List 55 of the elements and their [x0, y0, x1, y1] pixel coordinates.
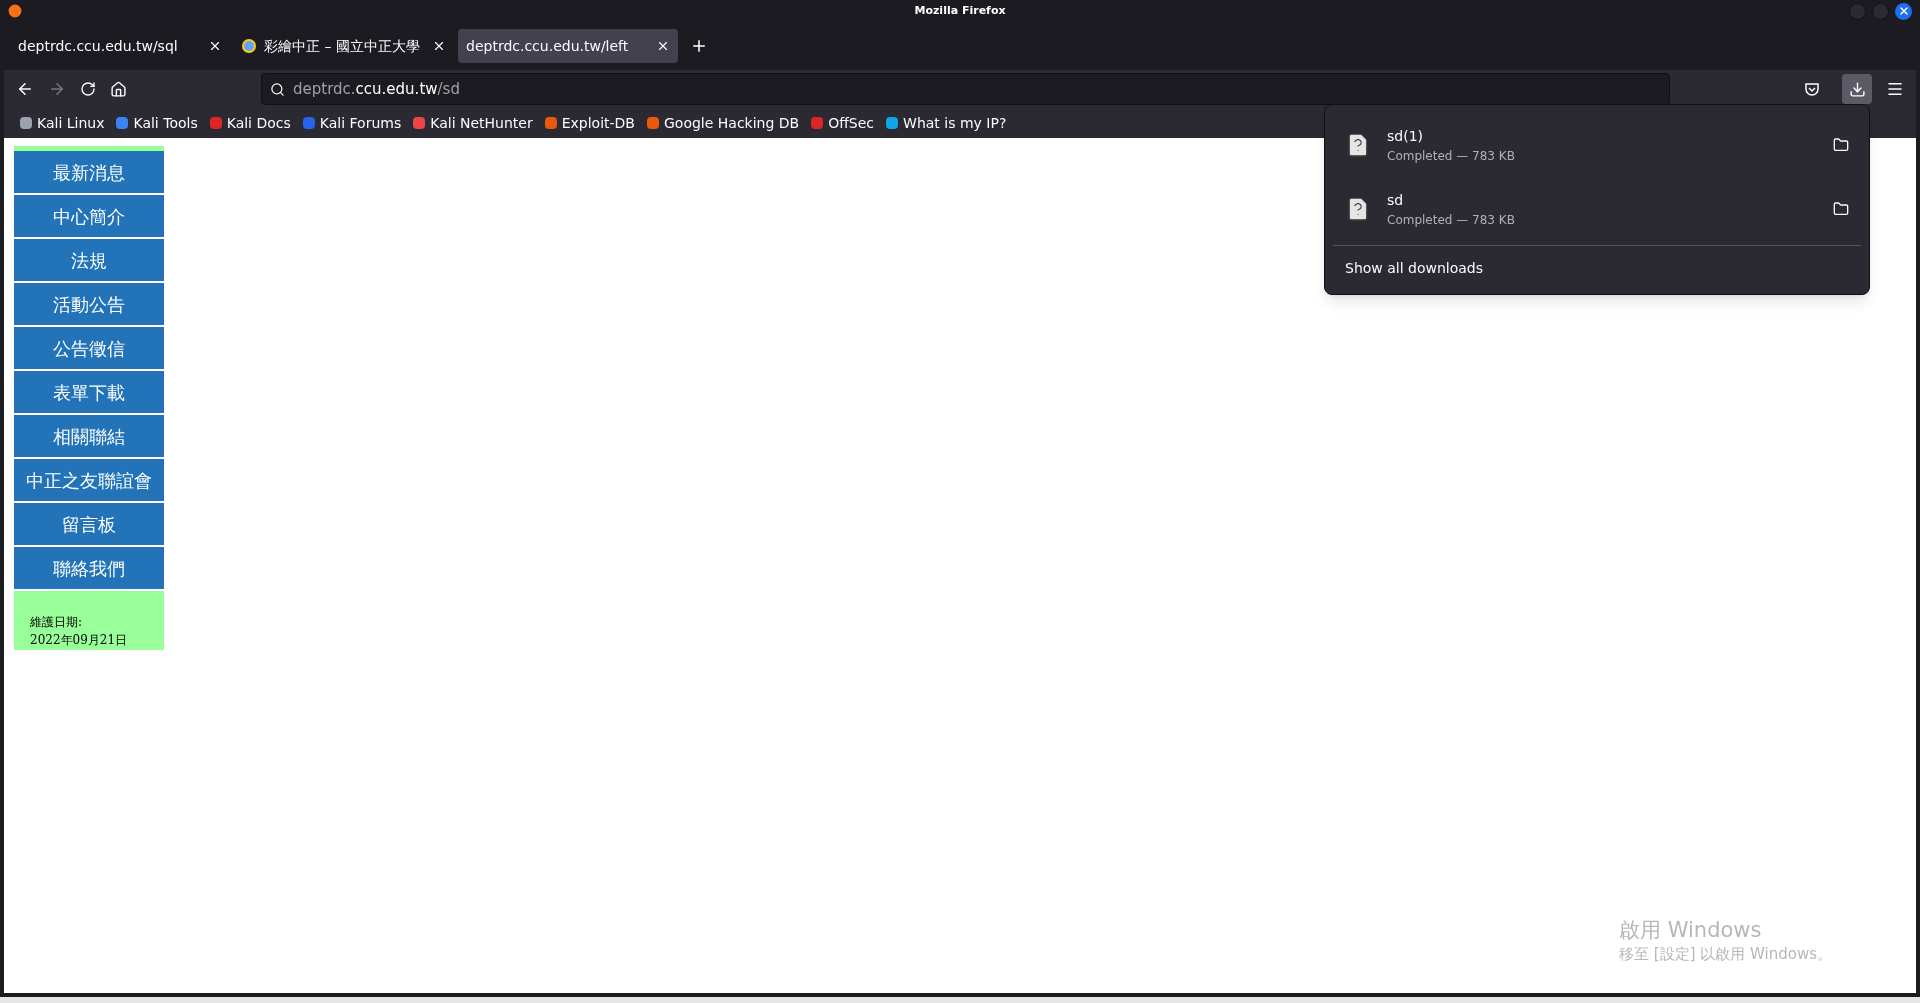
sidebar-menu-item[interactable]: 活動公告 [14, 283, 164, 327]
sidebar-menu-item[interactable]: 最新消息 [14, 151, 164, 195]
tab-close-icon[interactable] [656, 39, 670, 53]
sidebar-menu-item[interactable]: 聯絡我們 [14, 547, 164, 591]
sidebar-menu-item[interactable]: 相關聯結 [14, 415, 164, 459]
maintenance-date: 2022年09月21日 [30, 632, 129, 649]
download-filename: sd [1387, 190, 1405, 210]
tab-close-icon[interactable] [432, 39, 446, 53]
folder-icon[interactable] [1833, 137, 1849, 153]
bookmark-link[interactable]: Google Hacking DB [664, 112, 800, 134]
tab-title: 彩繪中正 – 國立中正大學 [264, 36, 421, 56]
sidebar-menu-item[interactable]: 中心簡介 [14, 195, 164, 239]
new-tab-icon[interactable] [690, 37, 708, 55]
tab-close-icon[interactable] [208, 39, 222, 53]
sidebar-menu-item[interactable]: 公告徵信 [14, 327, 164, 371]
download-status: Completed — 783 KB [1387, 147, 1516, 165]
browser-tab[interactable]: deptrdc.ccu.edu.tw/left [458, 29, 678, 63]
address-bar[interactable]: deptrdc.ccu.edu.tw/sd [261, 73, 1670, 105]
download-item[interactable]: sd(1) Completed — 783 KB [1333, 113, 1861, 177]
download-filename: sd(1) [1387, 126, 1424, 146]
download-icon [1848, 80, 1866, 98]
close-icon [1897, 5, 1910, 17]
window-title: Mozilla Firefox [914, 2, 1006, 19]
bookmark-link[interactable]: Kali NetHunter [430, 112, 533, 134]
bookmark-link[interactable]: Kali Forums [319, 112, 402, 134]
menu-icon[interactable] [1886, 80, 1904, 98]
download-item[interactable]: sd Completed — 783 KB [1333, 177, 1861, 241]
sidebar-menu-item[interactable]: 表單下載 [14, 371, 164, 415]
pocket-icon[interactable] [1804, 81, 1820, 97]
reload-icon[interactable] [80, 81, 96, 97]
download-status: Completed — 783 KB [1387, 211, 1516, 229]
browser-logo-icon [8, 4, 22, 18]
home-icon[interactable] [110, 80, 127, 98]
bookmark-link[interactable]: Exploit-DB [561, 112, 635, 134]
forward-icon[interactable] [48, 80, 66, 98]
downloads-button[interactable] [1842, 74, 1872, 104]
show-all-downloads-link[interactable]: Show all downloads [1345, 260, 1484, 276]
close-button[interactable] [1895, 2, 1912, 20]
browser-tab[interactable]: 彩繪中正 – 國立中正大學 [234, 29, 454, 63]
bookmark-link[interactable]: Kali Docs [226, 112, 291, 134]
bookmark-link[interactable]: What is my IP? [903, 112, 1007, 134]
activation-title: 啟用 Windows [1619, 916, 1763, 943]
sidebar-menu-item[interactable]: 中正之友聯誼會 [14, 459, 164, 503]
browser-tab[interactable]: deptrdc.ccu.edu.tw/sql [10, 29, 230, 63]
tab-title: deptrdc.ccu.edu.tw/sql [18, 36, 179, 56]
sidebar-menu-item[interactable]: 留言板 [14, 503, 164, 547]
activation-subtitle: 移至 [設定] 以啟用 Windows。 [1619, 943, 1832, 965]
maintenance-label: 維護日期: [30, 614, 84, 631]
bookmark-link[interactable]: OffSec [828, 112, 875, 134]
sidebar-menu-item[interactable]: 法規 [14, 239, 164, 283]
back-icon[interactable] [16, 80, 34, 98]
bookmark-link[interactable]: Kali Tools [133, 112, 198, 134]
tab-title: deptrdc.ccu.edu.tw/left [466, 36, 630, 56]
bookmark-link[interactable]: Kali Linux [37, 112, 105, 134]
folder-icon[interactable] [1833, 201, 1849, 217]
